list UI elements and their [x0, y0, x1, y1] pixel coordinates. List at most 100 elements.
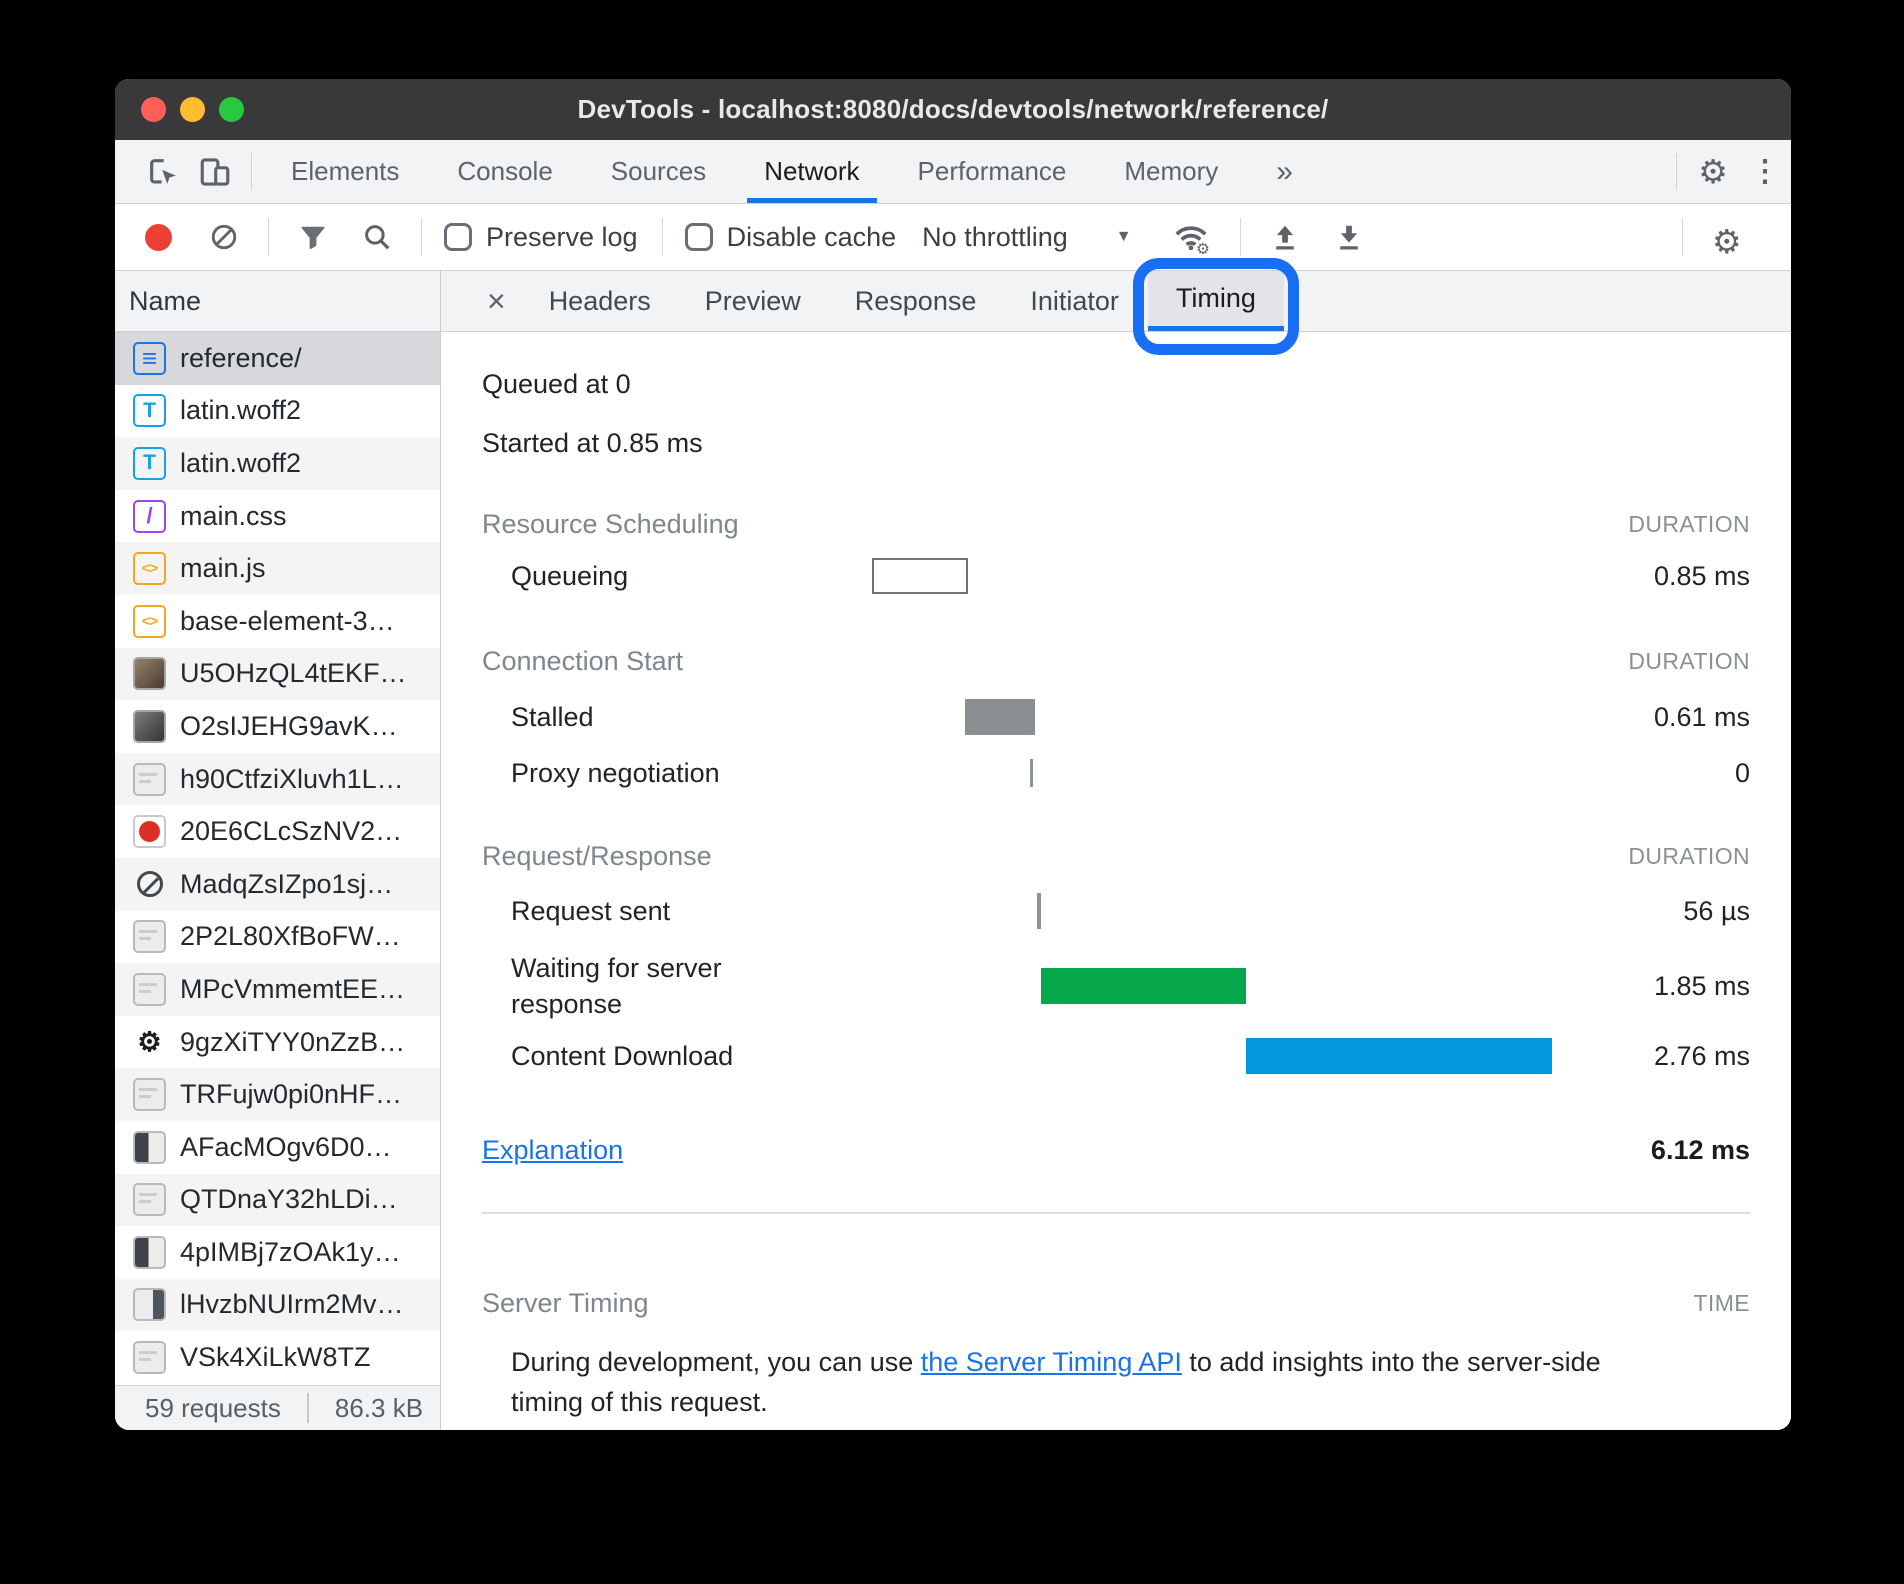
script-icon: <>	[133, 552, 166, 585]
clear-network-log-icon[interactable]	[209, 222, 239, 252]
more-tabs-chevron-icon[interactable]: »	[1247, 140, 1322, 203]
record-network-log-button[interactable]	[145, 224, 172, 251]
request-row[interactable]: <> main.js	[115, 542, 440, 595]
request-row[interactable]: ≡ reference/	[115, 332, 440, 385]
image-thumbnail-icon	[133, 920, 166, 953]
disable-cache-checkbox[interactable]	[685, 223, 713, 251]
section-connection-start: Connection Start	[482, 646, 683, 677]
tab-memory[interactable]: Memory	[1095, 140, 1247, 203]
tab-headers[interactable]: Headers	[522, 271, 678, 331]
transferred-size: 86.3 kB	[335, 1393, 423, 1424]
throttling-select[interactable]: No throttling	[922, 222, 1068, 253]
tab-response[interactable]: Response	[828, 271, 1004, 331]
request-row[interactable]: T latin.woff2	[115, 437, 440, 490]
chevron-down-icon[interactable]: ▼	[1116, 228, 1132, 246]
preserve-log-label[interactable]: Preserve log	[486, 222, 638, 253]
request-row[interactable]: h90CtfziXluvh1L…	[115, 753, 440, 806]
timing-row-value: 0.85 ms	[1654, 561, 1750, 592]
waiting-for-server-bar	[1041, 968, 1246, 1004]
total-duration: 6.12 ms	[1651, 1135, 1750, 1166]
inspect-element-icon[interactable]	[137, 140, 189, 203]
font-file-icon: T	[133, 394, 166, 427]
preserve-log-checkbox[interactable]	[444, 223, 472, 251]
close-window-button[interactable]	[141, 97, 166, 122]
request-row[interactable]: O2sIJEHG9avK…	[115, 700, 440, 753]
stylesheet-icon: /	[133, 500, 166, 533]
network-settings-gear-icon[interactable]: ⚙	[1712, 222, 1756, 252]
timing-panel: Queued at 0 Started at 0.85 ms Resource …	[441, 332, 1791, 1430]
timing-row-label: Request sent	[482, 896, 670, 927]
request-list: ≡ reference/ T latin.woff2 T latin.woff2…	[115, 332, 440, 1385]
stalled-bar	[965, 699, 1035, 735]
timing-row-value: 2.76 ms	[1654, 1041, 1750, 1072]
export-har-icon[interactable]	[1334, 222, 1364, 252]
image-thumbnail-icon	[133, 657, 166, 690]
request-row[interactable]: TRFujw0pi0nHF…	[115, 1068, 440, 1121]
request-row[interactable]: QTDnaY32hLDi…	[115, 1174, 440, 1227]
request-row[interactable]: 2P2L80XfBoFW…	[115, 911, 440, 964]
tab-preview[interactable]: Preview	[678, 271, 828, 331]
server-timing-api-link[interactable]: the Server Timing API	[921, 1347, 1182, 1377]
close-detail-icon[interactable]: ×	[471, 271, 522, 331]
duration-column-header: DURATION	[1628, 648, 1750, 675]
image-thumbnail-icon	[133, 1341, 166, 1374]
tabbar-right-divider	[1676, 153, 1677, 190]
duration-column-header: DURATION	[1628, 511, 1750, 538]
tab-initiator[interactable]: Initiator	[1003, 271, 1146, 331]
image-thumbnail-icon	[133, 710, 166, 743]
settings-gear-icon[interactable]: ⚙	[1687, 140, 1739, 203]
request-row[interactable]: 4pIMBj7zOAk1y…	[115, 1226, 440, 1279]
image-thumbnail-icon	[133, 1078, 166, 1111]
tab-network[interactable]: Network	[735, 140, 888, 203]
request-row[interactable]: 20E6CLcSzNV2…	[115, 805, 440, 858]
tab-console[interactable]: Console	[428, 140, 581, 203]
started-at-text: Started at 0.85 ms	[482, 428, 703, 459]
tab-timing[interactable]: Timing	[1148, 271, 1284, 331]
red-dot-image-icon	[133, 815, 166, 848]
request-detail-panel: × Headers Preview Response Initiator Tim…	[441, 271, 1791, 1430]
minimize-window-button[interactable]	[180, 97, 205, 122]
traffic-lights	[141, 79, 244, 140]
font-file-icon: T	[133, 447, 166, 480]
timing-row-label: Stalled	[482, 702, 594, 733]
name-column-header[interactable]: Name	[115, 271, 440, 332]
kebab-menu-icon[interactable]: ⋮	[1739, 140, 1791, 203]
request-row[interactable]: ⚙ 9gzXiTYY0nZzB…	[115, 1016, 440, 1069]
request-row[interactable]: / main.css	[115, 490, 440, 543]
window-title: DevTools - localhost:8080/docs/devtools/…	[578, 94, 1329, 125]
request-row[interactable]: <> base-element-3…	[115, 595, 440, 648]
timing-row-value: 0.61 ms	[1654, 702, 1750, 733]
request-row[interactable]: T latin.woff2	[115, 385, 440, 438]
zoom-window-button[interactable]	[219, 97, 244, 122]
tabbar-divider	[251, 153, 252, 190]
svg-text:⚙: ⚙	[1196, 241, 1210, 254]
main-tabbar: Elements Console Sources Network Perform…	[115, 140, 1791, 204]
search-icon[interactable]	[362, 222, 392, 252]
proxy-negotiation-bar	[1030, 759, 1033, 787]
filter-icon[interactable]	[298, 222, 328, 252]
import-har-icon[interactable]	[1270, 222, 1300, 252]
disable-cache-label[interactable]: Disable cache	[727, 222, 897, 253]
section-request-response: Request/Response	[482, 841, 712, 872]
timing-row-label: Content Download	[482, 1041, 733, 1072]
request-row[interactable]: AFacMOgv6D0…	[115, 1121, 440, 1174]
duration-column-header: DURATION	[1628, 843, 1750, 870]
manifest-gear-icon: ⚙	[133, 1026, 166, 1059]
queueing-bar	[872, 558, 968, 594]
device-toolbar-icon[interactable]	[189, 140, 241, 203]
request-row[interactable]: MPcVmmemtEE…	[115, 963, 440, 1016]
request-row[interactable]: MadqZsIZpo1sj…	[115, 858, 440, 911]
request-row[interactable]: U5OHzQL4tEKF…	[115, 648, 440, 701]
network-conditions-icon[interactable]: ⚙	[1171, 220, 1211, 254]
request-row[interactable]: VSk4XiLkW8TZ	[115, 1331, 440, 1384]
tab-performance[interactable]: Performance	[889, 140, 1096, 203]
tab-sources[interactable]: Sources	[582, 140, 735, 203]
blocked-request-icon	[133, 868, 166, 901]
explanation-link[interactable]: Explanation	[482, 1135, 623, 1166]
image-thumbnail-icon	[133, 1236, 166, 1269]
tab-elements[interactable]: Elements	[262, 140, 428, 203]
timing-row-label: Queueing	[482, 561, 628, 592]
section-server-timing: Server Timing	[482, 1288, 649, 1319]
request-row[interactable]: lHvzbNUIrm2Mv…	[115, 1279, 440, 1332]
timing-row-value: 56 µs	[1683, 896, 1750, 927]
